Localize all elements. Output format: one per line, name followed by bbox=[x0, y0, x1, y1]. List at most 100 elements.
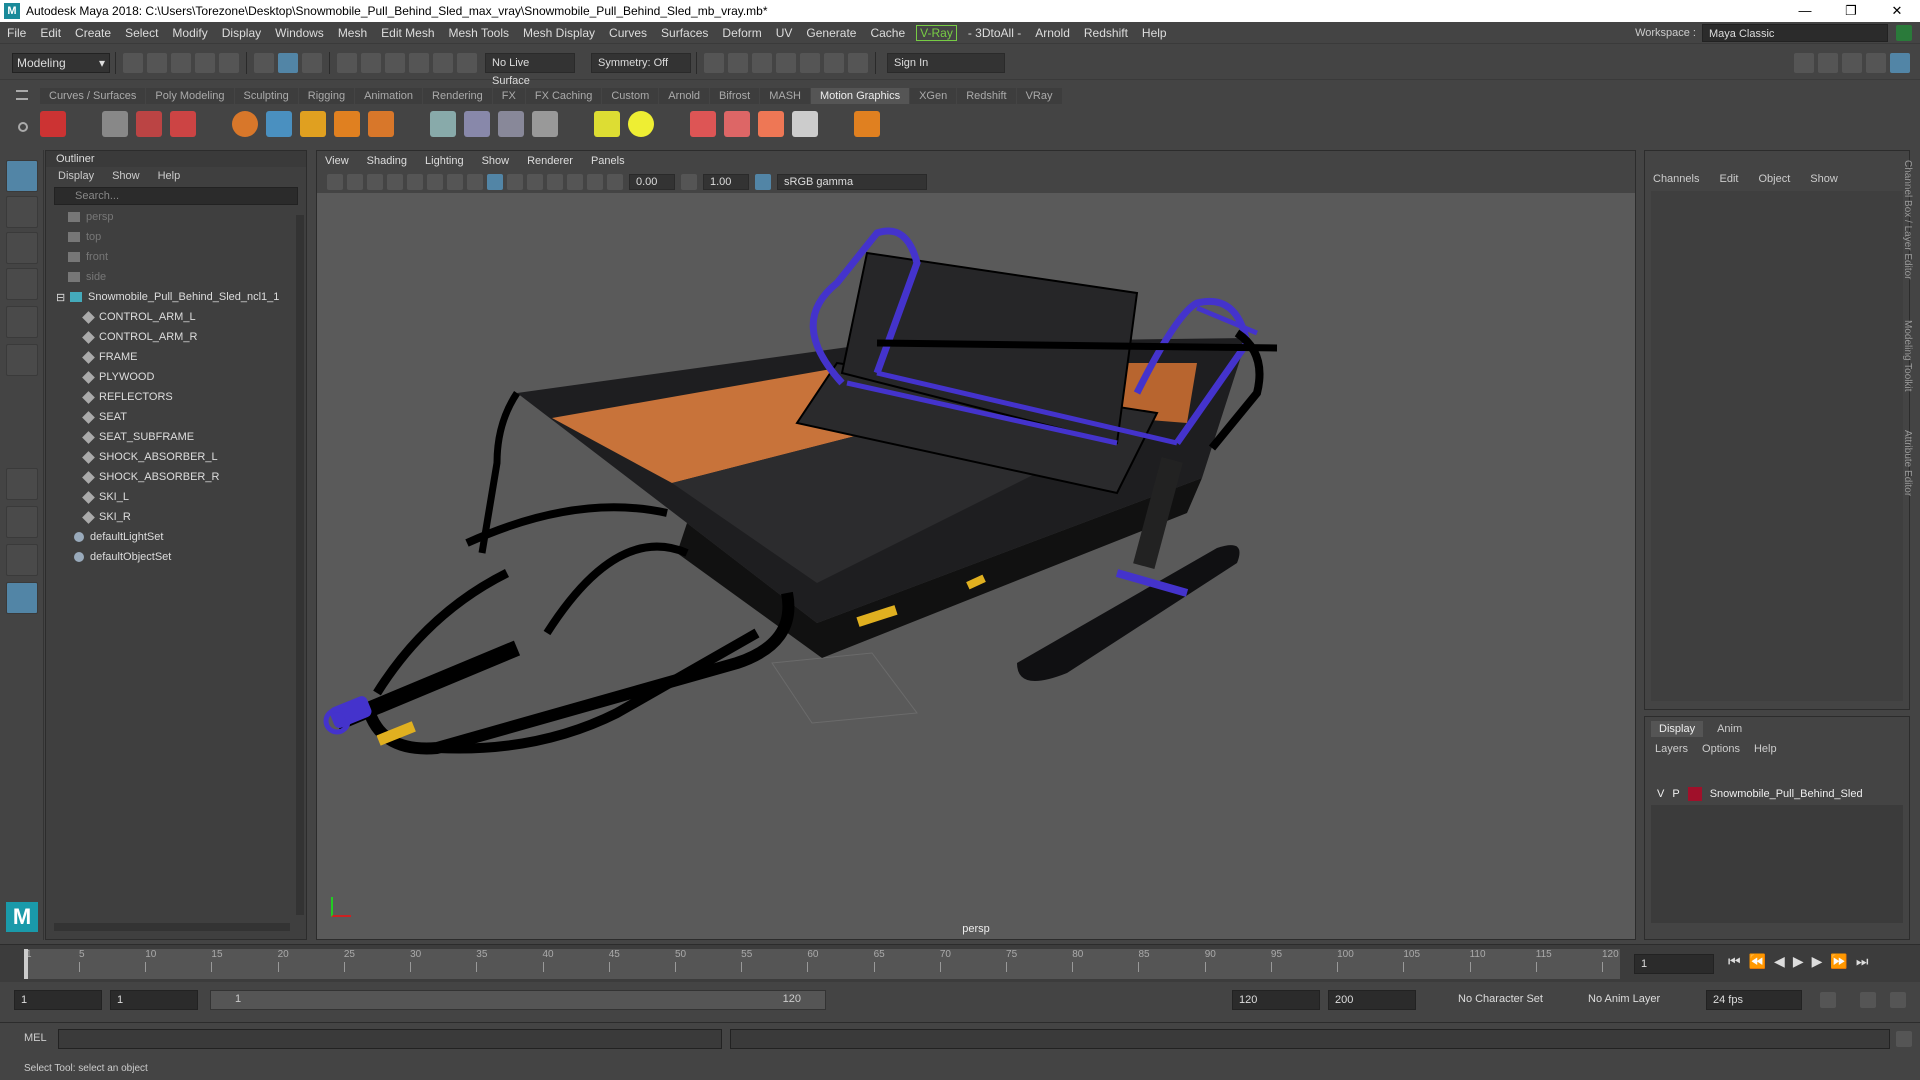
menu-mesh[interactable]: Mesh bbox=[331, 26, 374, 40]
go-to-start-icon[interactable]: ⏮ bbox=[1728, 953, 1741, 970]
mash-network-icon[interactable] bbox=[40, 111, 66, 137]
menu-vray[interactable]: V-Ray bbox=[916, 24, 957, 41]
resolution-gate-icon[interactable] bbox=[447, 174, 463, 190]
workspace-dropdown[interactable]: Maya Classic bbox=[1702, 24, 1888, 42]
outliner-menu-display[interactable]: Display bbox=[58, 167, 94, 185]
undo-icon[interactable] bbox=[195, 52, 215, 73]
select-camera-icon[interactable] bbox=[327, 174, 343, 190]
bookmark-icon[interactable] bbox=[367, 174, 383, 190]
list-icon[interactable] bbox=[102, 111, 128, 137]
shelf-tab-arnold[interactable]: Arnold bbox=[659, 88, 710, 104]
layer-color-swatch[interactable] bbox=[1687, 787, 1702, 801]
open-scene-icon[interactable] bbox=[147, 52, 167, 73]
symmetry-dropdown[interactable]: Symmetry: Off bbox=[591, 52, 691, 73]
outliner-hscrollbar[interactable] bbox=[54, 923, 290, 931]
layer-playback-toggle[interactable]: P bbox=[1672, 788, 1679, 800]
menu-arnold[interactable]: Arnold bbox=[1028, 26, 1077, 40]
single-pane-layout-icon[interactable] bbox=[6, 468, 38, 500]
command-language-label[interactable]: MEL bbox=[24, 1032, 47, 1044]
shelf-tab-rigging[interactable]: Rigging bbox=[298, 88, 355, 104]
shadows-icon[interactable] bbox=[547, 174, 563, 190]
outliner-search-input[interactable]: Search... bbox=[54, 187, 298, 205]
shelf-tab-fx[interactable]: FX bbox=[492, 88, 525, 104]
layer-options-menu[interactable]: Options bbox=[1702, 743, 1740, 755]
outliner-item-mesh[interactable]: SHOCK_ABSORBER_R bbox=[82, 467, 306, 487]
film-gate-icon[interactable] bbox=[427, 174, 443, 190]
preferences-icon[interactable] bbox=[1890, 992, 1906, 1008]
side-tab-channel-box[interactable]: Channel Box / Layer Editor bbox=[1902, 160, 1913, 280]
outliner-item-mesh[interactable]: SHOCK_ABSORBER_L bbox=[82, 447, 306, 467]
playback-start-field[interactable]: 1 bbox=[110, 990, 198, 1010]
box-icon[interactable] bbox=[368, 111, 394, 137]
fps-dropdown[interactable]: 24 fps bbox=[1706, 990, 1802, 1010]
layer-tab-anim[interactable]: Anim bbox=[1709, 721, 1750, 737]
mash-paint-icon[interactable] bbox=[170, 111, 196, 137]
shape-icon[interactable] bbox=[498, 111, 524, 137]
redo-icon[interactable] bbox=[219, 52, 239, 73]
time-ruler[interactable]: 1 5 10 15 20 25 30 35 40 45 50 55 60 65 70 75 80 85 90 95 10… bbox=[24, 949, 1620, 979]
select-tool-icon[interactable] bbox=[6, 160, 38, 192]
isolate-select-icon[interactable] bbox=[587, 174, 603, 190]
sphere-icon[interactable] bbox=[232, 111, 258, 137]
xray-icon[interactable] bbox=[567, 174, 583, 190]
menu-modify[interactable]: Modify bbox=[165, 26, 214, 40]
shelf-tab-poly-modeling[interactable]: Poly Modeling bbox=[146, 88, 234, 104]
outliner-item-mesh[interactable]: FRAME bbox=[82, 347, 306, 367]
outliner-item-mesh[interactable]: REFLECTORS bbox=[82, 387, 306, 407]
select-component-icon[interactable] bbox=[302, 52, 322, 73]
outliner-layout-icon[interactable] bbox=[6, 582, 38, 614]
outliner-item-top[interactable]: top bbox=[68, 227, 306, 247]
shelf-tab-redshift[interactable]: Redshift bbox=[957, 88, 1016, 104]
menu-deform[interactable]: Deform bbox=[715, 26, 768, 40]
gear-network-icon[interactable] bbox=[690, 111, 716, 137]
range-bar[interactable]: 1 120 bbox=[210, 990, 826, 1010]
render-settings-icon[interactable] bbox=[776, 52, 796, 73]
shelf-tab-sculpting[interactable]: Sculpting bbox=[234, 88, 298, 104]
animation-start-field[interactable]: 1 bbox=[14, 990, 102, 1010]
outliner-item-side[interactable]: side bbox=[68, 267, 306, 287]
render-current-icon[interactable] bbox=[728, 52, 748, 73]
outliner-item-mesh[interactable]: SEAT_SUBFRAME bbox=[82, 427, 306, 447]
menu-mesh-display[interactable]: Mesh Display bbox=[516, 26, 602, 40]
type-tool-icon[interactable] bbox=[136, 111, 162, 137]
two-pane-layout-icon[interactable] bbox=[6, 544, 38, 576]
side-tab-modeling-toolkit[interactable]: Modeling Toolkit bbox=[1902, 320, 1913, 392]
light-add-icon[interactable] bbox=[594, 111, 620, 137]
new-scene-icon[interactable] bbox=[123, 52, 143, 73]
menu-cache[interactable]: Cache bbox=[863, 26, 912, 40]
hypershade-icon[interactable] bbox=[800, 52, 820, 73]
menu-windows[interactable]: Windows bbox=[268, 26, 331, 40]
curve-connect-icon[interactable] bbox=[266, 111, 292, 137]
lasso-tool-icon[interactable] bbox=[6, 196, 38, 228]
exposure-field[interactable]: 0.00 bbox=[629, 174, 675, 190]
color-management-icon[interactable] bbox=[755, 174, 771, 190]
svg-icon[interactable] bbox=[334, 111, 360, 137]
minimize-button[interactable]: — bbox=[1782, 0, 1828, 22]
snap-view-plane-icon[interactable] bbox=[409, 52, 429, 73]
viewport-menu-lighting[interactable]: Lighting bbox=[425, 151, 464, 171]
go-to-end-icon[interactable]: ⏭ bbox=[1856, 953, 1869, 970]
snap-grid-icon[interactable] bbox=[337, 52, 357, 73]
viewport-menu-view[interactable]: View bbox=[325, 151, 349, 171]
snap-curve-icon[interactable] bbox=[361, 52, 381, 73]
current-frame-field[interactable]: 1 bbox=[1634, 954, 1714, 974]
outliner-item-mesh[interactable]: SEAT bbox=[82, 407, 306, 427]
shelf-tab-rendering[interactable]: Rendering bbox=[423, 88, 492, 104]
layer-help-menu[interactable]: Help bbox=[1754, 743, 1777, 755]
shelf-tab-fx-caching[interactable]: FX Caching bbox=[525, 88, 602, 104]
plus-icon[interactable] bbox=[854, 111, 880, 137]
character-set-dropdown[interactable]: No Character Set bbox=[1452, 990, 1580, 1010]
spiral-icon[interactable] bbox=[532, 111, 558, 137]
layer-visibility-toggle[interactable]: V bbox=[1657, 788, 1664, 800]
render-view-icon[interactable] bbox=[704, 52, 724, 73]
menu-3dtoall[interactable]: - 3DtoAll - bbox=[961, 26, 1028, 40]
menu-edit-mesh[interactable]: Edit Mesh bbox=[374, 26, 441, 40]
layer-row[interactable]: V P Snowmobile_Pull_Behind_Sled bbox=[1651, 783, 1903, 805]
script-editor-icon[interactable] bbox=[1896, 1031, 1912, 1047]
gamma-icon[interactable] bbox=[681, 174, 697, 190]
channelbox-edit-menu[interactable]: Edit bbox=[1719, 173, 1738, 185]
rotate-tool-icon[interactable] bbox=[6, 306, 38, 338]
shelf-menu-icon[interactable] bbox=[16, 90, 28, 100]
colorspace-dropdown[interactable]: sRGB gamma bbox=[777, 174, 927, 190]
sun-icon[interactable] bbox=[628, 111, 654, 137]
